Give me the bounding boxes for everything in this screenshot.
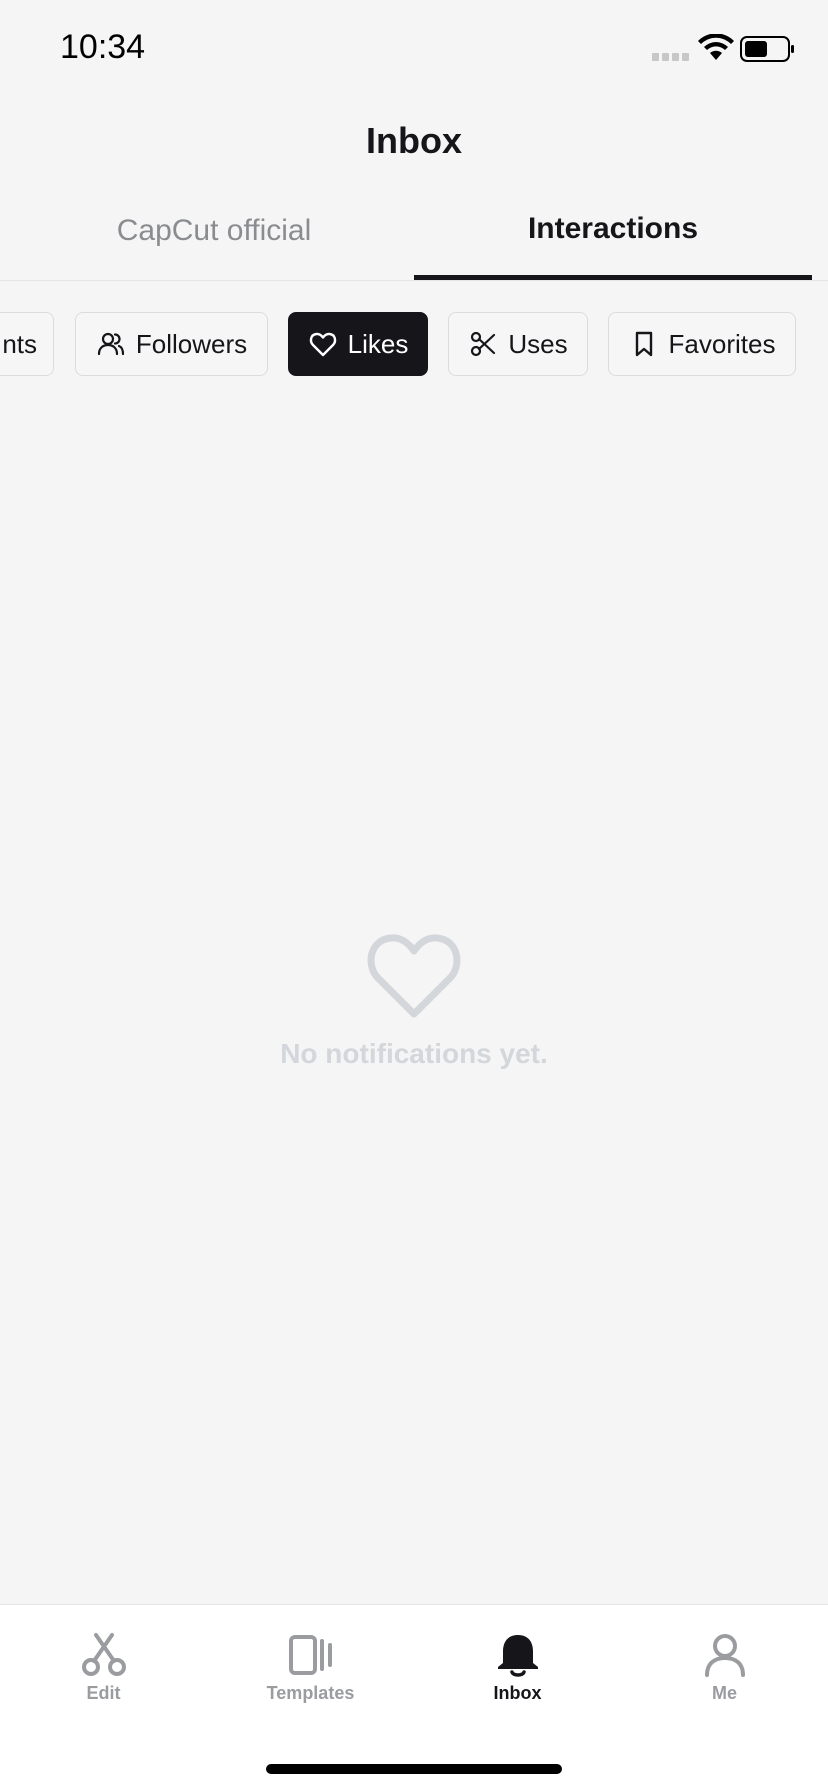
scissors-icon	[471, 331, 496, 357]
tab-interactions[interactable]: Interactions	[414, 200, 812, 281]
empty-state-message: No notifications yet.	[280, 1038, 548, 1069]
battery-icon	[740, 36, 794, 62]
users-icon	[97, 332, 124, 356]
filter-chip-label: Followers	[135, 328, 248, 359]
tab-capcut-official[interactable]: CapCut official	[0, 200, 428, 281]
status-bar: 10:34	[0, 0, 828, 100]
bookmark-icon	[635, 331, 652, 357]
status-time: 10:34	[60, 28, 146, 66]
active-tab-underline	[414, 275, 812, 280]
inbox-screen: 10:34 Inbox CapCut official Interactions…	[0, 0, 828, 1792]
nav-label-me: Me	[711, 1683, 737, 1703]
filter-chip-label: Favorites	[668, 328, 776, 359]
filter-chip-row[interactable]: nts Followers Likes Uses Favorites	[0, 312, 828, 378]
person-icon	[704, 1634, 745, 1677]
filter-chip-label: Uses	[508, 328, 568, 359]
templates-icon	[288, 1635, 332, 1675]
filter-chip-uses[interactable]: Uses	[448, 312, 588, 376]
nav-item-templates[interactable]: Templates	[207, 1631, 414, 1704]
scissors-icon	[81, 1633, 126, 1676]
top-tabs: CapCut official Interactions	[0, 200, 828, 281]
page-title: Inbox	[366, 120, 462, 161]
filter-chip-favorites[interactable]: Favorites	[608, 312, 796, 376]
filter-chip-followers[interactable]: Followers	[75, 312, 268, 376]
nav-label-edit: Edit	[86, 1683, 121, 1703]
nav-label-templates: Templates	[266, 1683, 355, 1703]
filter-chip-likes[interactable]: Likes	[288, 312, 428, 376]
empty-heart-icon	[367, 934, 461, 1018]
cellular-signal-icon	[652, 53, 690, 63]
filter-chip-label: Likes	[347, 328, 409, 359]
nav-item-me[interactable]: Me	[621, 1631, 828, 1704]
heart-icon	[309, 332, 336, 357]
home-indicator	[266, 1764, 562, 1774]
filter-chip-label: nts	[2, 328, 37, 359]
filter-chip-comments[interactable]: nts	[0, 312, 54, 376]
bell-icon	[497, 1635, 538, 1677]
nav-item-inbox[interactable]: Inbox	[414, 1631, 621, 1704]
nav-item-edit[interactable]: Edit	[0, 1631, 207, 1704]
wifi-icon	[698, 34, 734, 60]
nav-label-inbox: Inbox	[493, 1683, 542, 1703]
